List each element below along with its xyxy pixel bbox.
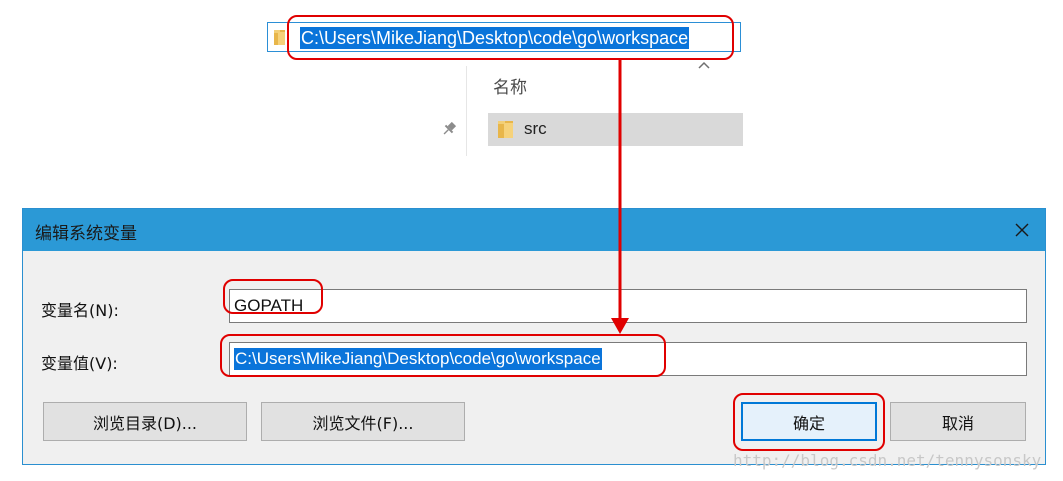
close-button[interactable] [999,209,1045,251]
browse-file-button[interactable]: 浏览文件(F)... [261,402,465,441]
folder-icon [274,30,285,45]
file-list-item[interactable]: src [488,113,743,146]
file-item-name: src [524,119,547,138]
folder-icon [498,121,513,138]
chevron-up-icon[interactable] [697,60,711,70]
annotation-box-variable-value [220,334,666,377]
pin-icon[interactable] [441,121,457,137]
annotation-box-variable-name [223,279,323,314]
variable-value-label: 变量值(V): [41,354,118,373]
screenshot-canvas: C:\Users\MikeJiang\Desktop\code\go\works… [0,0,1063,481]
variable-name-label: 变量名(N): [41,301,119,320]
variable-name-input[interactable]: GOPATH [229,289,1027,323]
watermark-text: http://blog.csdn.net/tennysonsky [733,451,1042,470]
cancel-button[interactable]: 取消 [890,402,1026,441]
annotation-box-address [287,15,734,60]
column-header-name[interactable]: 名称 [493,73,527,98]
close-icon [1015,223,1029,237]
browse-directory-button[interactable]: 浏览目录(D)... [43,402,247,441]
dialog-title: 编辑系统变量 [35,224,137,244]
dialog-titlebar[interactable]: 编辑系统变量 [23,209,1045,251]
pane-divider [466,66,467,156]
annotation-box-ok-button [733,393,885,451]
